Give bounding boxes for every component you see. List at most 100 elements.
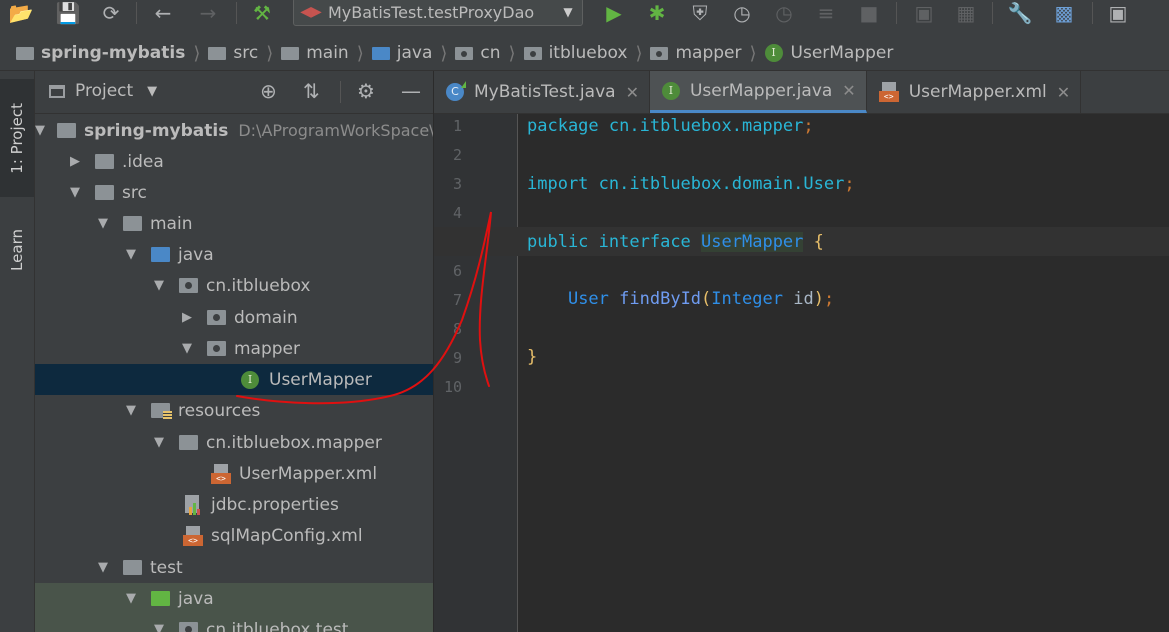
open-folder-icon[interactable]: 📂 [8,0,34,26]
dropdown-icon: ▼ [563,5,573,19]
project-structure-icon[interactable]: ▩ [1050,0,1078,26]
tree-node-src[interactable]: ▼ src [35,177,433,208]
tree-node-test[interactable]: ▼ test [35,552,433,583]
tree-node-usermapper[interactable]: I UserMapper [35,364,433,395]
save-icon[interactable]: 💾 [55,0,81,26]
project-tool-label: 1: Project [8,102,26,174]
expanded-arrow-icon: ▼ [126,247,136,262]
locate-target-icon[interactable]: ⊕ [260,79,277,103]
debug-icon[interactable]: ✱ [643,0,671,26]
expanded-arrow-icon: ▼ [182,341,192,356]
expanded-arrow-icon: ▼ [126,403,136,418]
tab-usermapper-xml[interactable]: <> UserMapper.xml ✕ [867,71,1082,113]
line-number: 10 [443,378,462,396]
tab-mybatistest-java[interactable]: C MyBatisTest.java ✕ [434,71,650,113]
breadcrumb-item-src[interactable]: src [208,36,258,70]
profile-icon[interactable]: ◷ [728,0,756,26]
tab-label: UserMapper.java [689,80,833,101]
run-configuration-selector[interactable]: ◀▶ MyBatisTest.testProxyDao ▼ [293,0,583,26]
forward-icon[interactable]: → [195,0,221,26]
breadcrumb-item-project[interactable]: spring-mybatis [16,36,185,70]
line-number: 3 [452,175,462,193]
collapse-all-icon[interactable]: ⇅ [303,79,320,103]
properties-file-icon [183,494,203,515]
resources-folder-icon [151,403,172,420]
run-config-icon: ◀▶ [300,4,322,20]
tree-node-root[interactable]: ▼ spring-mybatis D:\AProgramWorkSpace\ [35,115,433,146]
breadcrumb-item-cn[interactable]: cn [455,36,501,70]
window-icon [49,84,65,98]
breadcrumb-label: mapper [675,43,742,63]
gear-icon[interactable]: ⚙ [357,79,375,103]
expanded-arrow-icon: ▼ [70,185,80,200]
back-icon[interactable]: ← [150,0,176,26]
tree-node-domain[interactable]: ▶ domain [35,302,433,333]
hide-panel-icon[interactable]: — [401,79,421,103]
project-view-selector[interactable]: Project ▼ [49,81,157,101]
tree-node-sqlmapconfig[interactable]: <> sqlMapConfig.xml [35,520,433,551]
tree-node-label: UserMapper.xml [239,463,378,484]
sync-icon[interactable]: ⟳ [98,0,124,26]
tree-node-test-java[interactable]: ▼ java [35,583,433,614]
tree-node-path: D:\AProgramWorkSpace\ [238,121,433,140]
breadcrumb-item-main[interactable]: main [281,36,349,70]
close-icon[interactable]: ✕ [1057,83,1070,102]
tree-node-resources[interactable]: ▼ resources [35,395,433,426]
tree-node-mapper[interactable]: ▼ mapper [35,333,433,364]
expanded-arrow-icon: ▼ [35,123,45,138]
code-editor[interactable]: package cn.itbluebox.mapper; import cn.i… [434,114,1169,632]
tree-node-label: java [178,244,214,265]
project-tool-tab[interactable]: 1: Project [0,79,34,197]
code-line-3: import cn.itbluebox.domain.User; [527,174,855,194]
tree-node-label: test [150,557,183,578]
line-number: 9 [452,349,462,367]
breadcrumb-item-itbluebox[interactable]: itbluebox [523,36,627,70]
profile-ext-icon[interactable]: ◷ [770,0,798,26]
code-line-9: } [527,347,537,367]
close-icon[interactable]: ✕ [842,81,855,100]
folder-icon [208,46,227,60]
xml-file-icon: <> [878,82,899,102]
terminal-icon[interactable]: ▣ [1104,0,1132,26]
tree-node-res-package[interactable]: ▼ cn.itbluebox.mapper [35,427,433,458]
chevron-right-icon: ⟩ [266,42,274,64]
learn-tool-tab[interactable]: Learn [0,211,34,289]
tree-node-package[interactable]: ▼ cn.itbluebox [35,270,433,301]
settings-wrench-icon[interactable]: 🔧 [1006,0,1034,26]
breadcrumb-item-usermapper[interactable]: I UserMapper [764,36,894,70]
close-icon[interactable]: ✕ [626,83,639,102]
sdk-icon[interactable]: ▦ [952,0,980,26]
line-number: 4 [452,204,462,222]
code-line-7: User findById(Integer id); [567,289,835,309]
interface-name: UserMapper [701,232,804,252]
coverage-icon[interactable]: ⛨ [686,0,714,26]
tree-node-jdbc-properties[interactable]: jdbc.properties [35,489,433,520]
tree-node-test-package[interactable]: ▼ cn.itbluebox.test [35,614,433,632]
chevron-right-icon: ⟩ [356,42,364,64]
tab-usermapper-java[interactable]: I UserMapper.java ✕ [649,71,867,113]
attach-icon[interactable]: ▣ [910,0,938,26]
stop-icon[interactable]: ■ [856,0,882,26]
build-hammer-icon[interactable]: ⚒ [248,0,276,26]
xml-file-icon: <> [211,463,231,484]
tree-node-usermapper-xml[interactable]: <> UserMapper.xml [35,458,433,489]
module-folder-icon [57,123,76,138]
editor-tabs: C MyBatisTest.java ✕ I UserMapper.java ✕… [434,71,1169,114]
tree-node-label: sqlMapConfig.xml [211,525,363,546]
chevron-right-icon: ⟩ [508,42,516,64]
breadcrumb-label: UserMapper [790,43,894,63]
package-icon [179,622,198,632]
reload-icon[interactable]: ≡ [812,0,840,26]
run-config-label: MyBatisTest.testProxyDao [328,2,535,22]
tree-node-label: src [122,182,147,203]
package-name: cn.itbluebox.mapper [608,116,804,136]
tree-node-main[interactable]: ▼ main [35,208,433,239]
breadcrumb-item-java[interactable]: java [371,36,432,70]
code-line-5: public interface UserMapper { [527,232,824,252]
breadcrumb-item-mapper[interactable]: mapper [650,36,741,70]
tree-node-idea[interactable]: ▶ .idea [35,146,433,177]
collapsed-arrow-icon: ▶ [70,154,80,169]
param-name: id [793,289,814,309]
tree-node-java[interactable]: ▼ java [35,239,433,270]
run-icon[interactable]: ▶ [600,0,628,26]
